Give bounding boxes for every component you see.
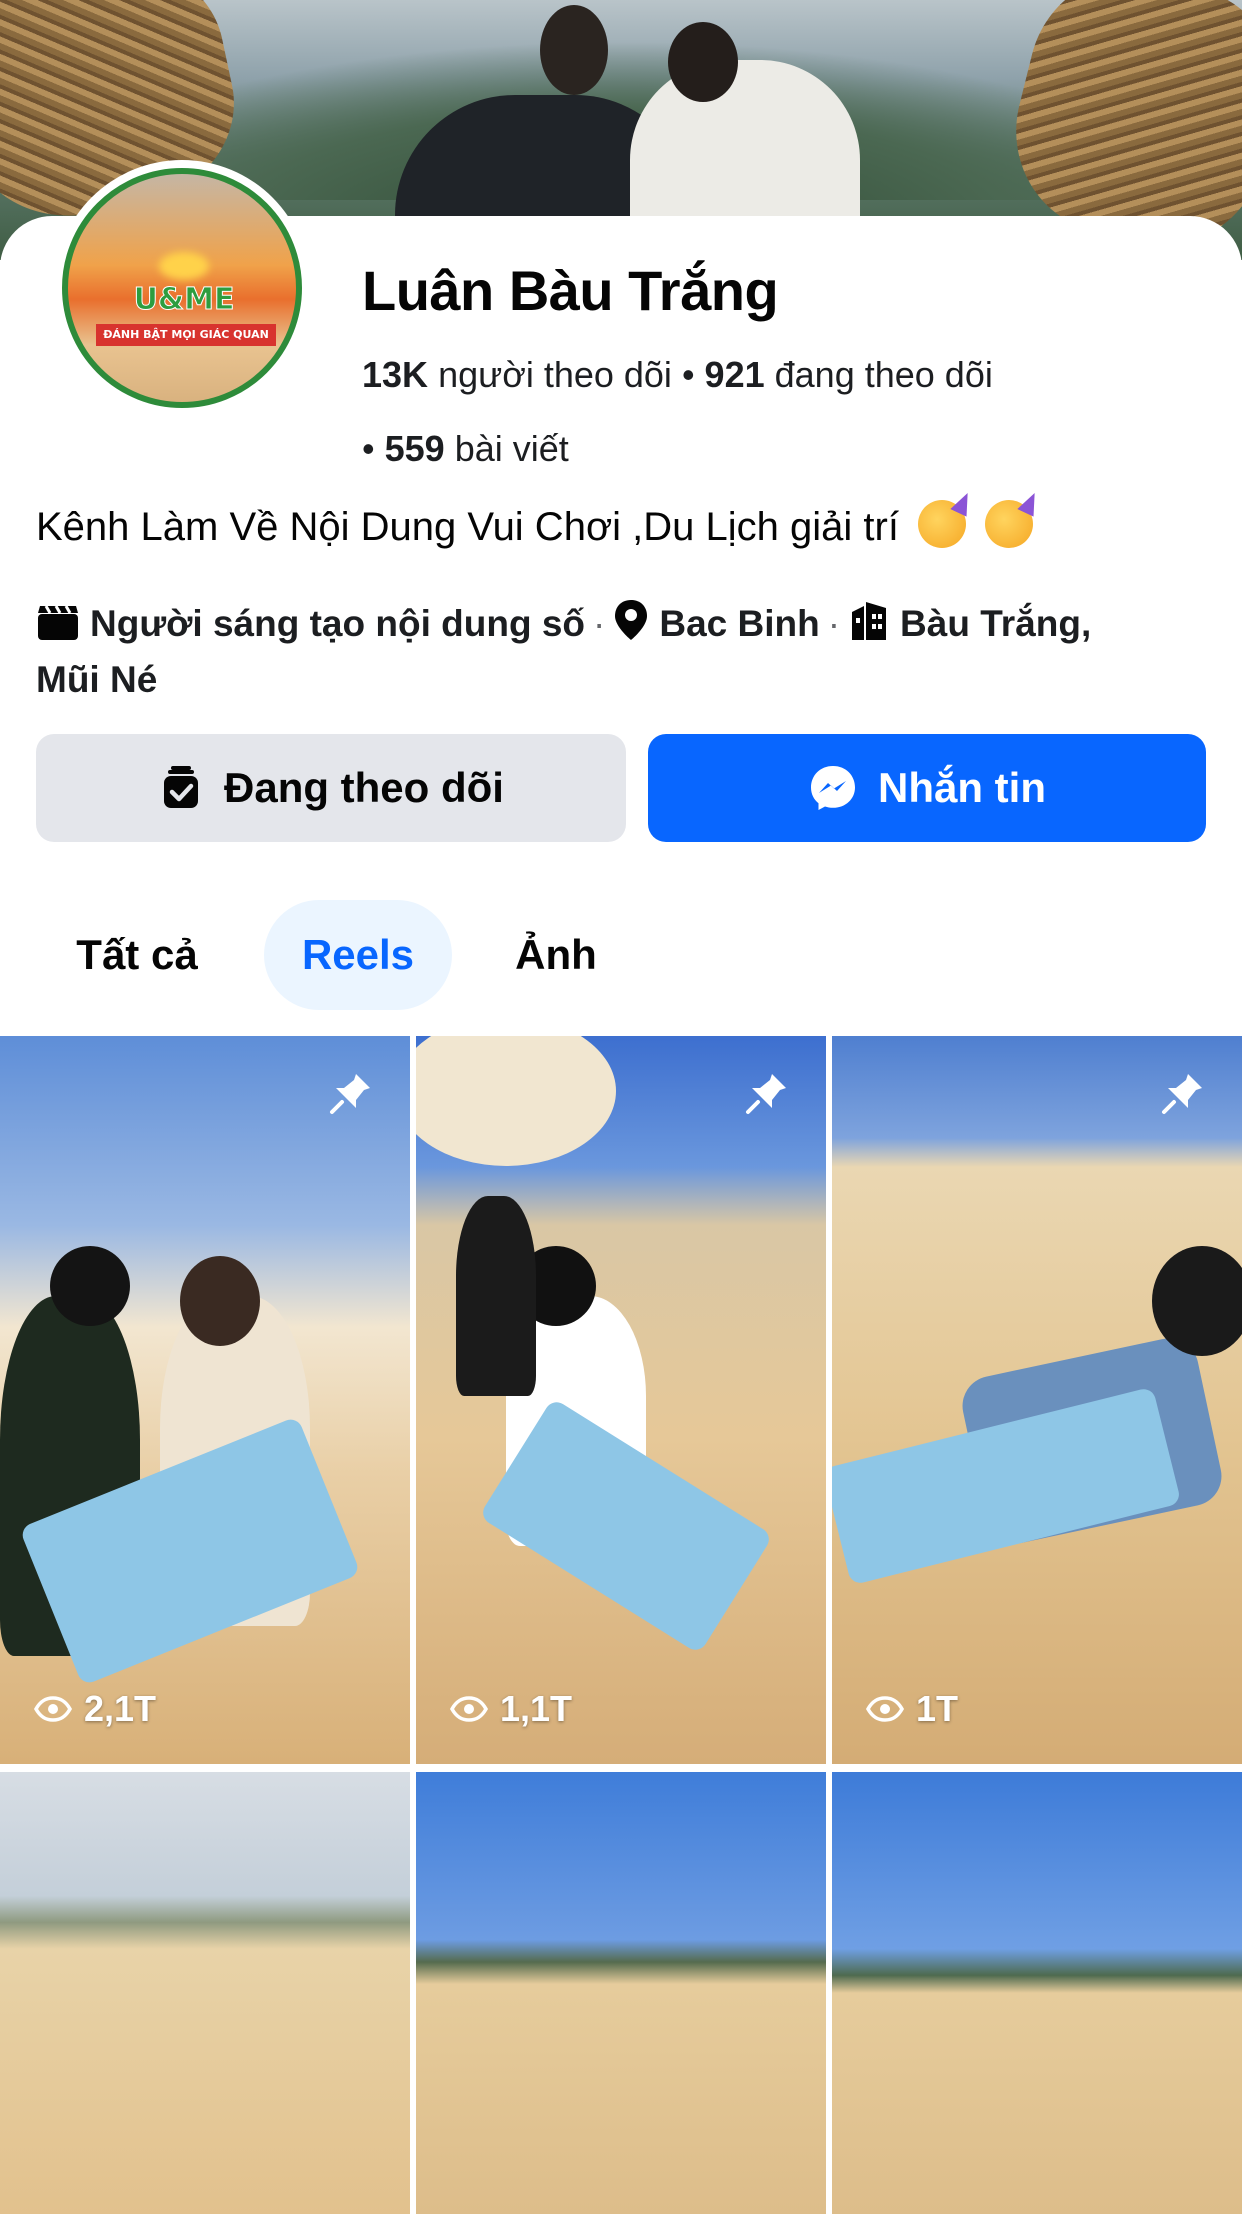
profile-avatar[interactable]: U&ME ĐÁNH BẬT MỌI GIÁC QUAN: [54, 160, 310, 416]
category-text: Người sáng tạo nội dung số: [90, 603, 586, 644]
separator-dot: •: [362, 428, 385, 469]
eye-icon: [450, 1696, 488, 1722]
followers-count: 13K: [362, 354, 429, 395]
clapperboard-icon: [36, 602, 80, 655]
message-button[interactable]: Nhắn tin: [648, 734, 1206, 842]
pin-icon: [1160, 1070, 1206, 1121]
messenger-icon: [808, 763, 858, 813]
avatar-logo: U&ME: [133, 282, 235, 318]
reel-thumbnail[interactable]: [416, 1772, 826, 2214]
tab-photos[interactable]: Ảnh: [494, 900, 618, 1010]
partying-face-emoji-icon: [918, 500, 967, 548]
eye-icon: [34, 1696, 72, 1722]
reel-person: [456, 1196, 536, 1396]
following-check-icon: [158, 764, 204, 812]
reel-thumbnail[interactable]: 1T: [832, 1036, 1242, 1764]
reel-person-head: [180, 1256, 260, 1346]
profile-name: Luân Bàu Trắng: [362, 259, 779, 322]
reel-person-head: [50, 1246, 130, 1326]
cover-person-woman-head: [668, 22, 738, 102]
following-button-label: Đang theo dõi: [224, 764, 504, 811]
tab-all[interactable]: Tất cả: [54, 900, 220, 1010]
reel-thumbnail[interactable]: [0, 1772, 410, 2214]
reel-thumbnail[interactable]: 1,1T: [416, 1036, 826, 1764]
profile-bio: Kênh Làm Về Nội Dung Vui Chơi ,Du Lịch g…: [36, 500, 1034, 550]
profile-stats: 13K người theo dõi • 921 đang theo dõi •…: [362, 338, 1202, 486]
reel-views: 1,1T: [450, 1688, 572, 1730]
following-stat[interactable]: 921 đang theo dõi: [705, 354, 993, 395]
profile-details: Người sáng tạo nội dung số · Bac Binh · Bà…: [36, 598, 1216, 705]
reel-umbrella: [416, 1036, 616, 1166]
avatar-sun: [159, 251, 210, 280]
cover-person-man-head: [540, 5, 608, 95]
pin-icon: [328, 1070, 374, 1121]
reel-views: 2,1T: [34, 1688, 156, 1730]
eye-icon: [866, 1696, 904, 1722]
separator-dot: ·: [827, 603, 841, 644]
reel-thumbnail[interactable]: [832, 1772, 1242, 2214]
avatar-tagline: ĐÁNH BẬT MỌI GIÁC QUAN: [96, 324, 276, 346]
posts-stat: 559 bài viết: [385, 428, 569, 469]
reel-thumbnail[interactable]: 2,1T: [0, 1036, 410, 1764]
posts-label: bài viết: [454, 428, 569, 469]
reel-views: 1T: [866, 1688, 958, 1730]
posts-count: 559: [384, 428, 445, 469]
place-text-line1[interactable]: Bàu Trắng,: [900, 603, 1091, 644]
following-count: 921: [704, 354, 765, 395]
reel-views-count: 1,1T: [500, 1688, 573, 1729]
bio-text: Kênh Làm Về Nội Dung Vui Chơi ,Du Lịch g…: [36, 505, 899, 549]
building-icon: [848, 598, 890, 655]
following-button[interactable]: Đang theo dõi: [36, 734, 626, 842]
reel-views-count: 2,1T: [84, 1688, 157, 1729]
followers-stat[interactable]: 13K người theo dõi: [362, 354, 672, 395]
place-text-line2[interactable]: Mũi Né: [36, 659, 157, 700]
tab-reels[interactable]: Reels: [264, 900, 452, 1010]
message-button-label: Nhắn tin: [878, 764, 1046, 811]
following-label: đang theo dõi: [774, 354, 993, 395]
location-pin-icon: [613, 598, 649, 655]
reel-views-count: 1T: [916, 1688, 959, 1729]
followers-label: người theo dõi: [438, 354, 672, 395]
avatar-image: U&ME ĐÁNH BẬT MỌI GIÁC QUAN: [62, 168, 302, 408]
partying-face-emoji-icon: [985, 500, 1034, 548]
separator-dot: ·: [593, 603, 606, 644]
separator-dot: •: [681, 354, 705, 395]
location-link[interactable]: Bac Binh: [659, 603, 819, 644]
reel-person-head: [1152, 1246, 1242, 1356]
pin-icon: [744, 1070, 790, 1121]
